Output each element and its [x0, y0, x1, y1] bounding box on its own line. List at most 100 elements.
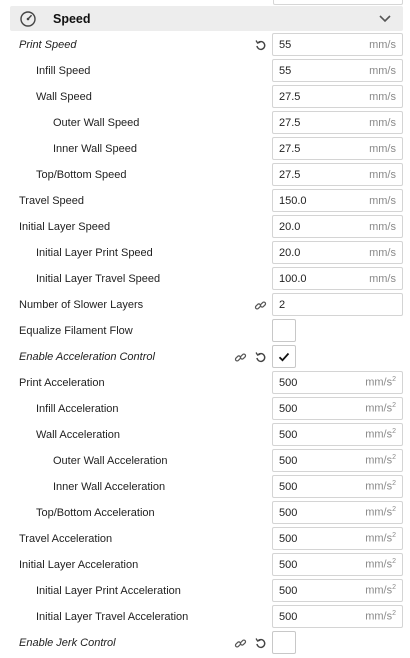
- setting-value: 27.5: [279, 142, 301, 155]
- setting-label: Number of Slower Layers: [19, 299, 144, 311]
- setting-row: Travel Speed 150.0 mm/s: [0, 188, 410, 214]
- setting-row: Initial Layer Speed 20.0 mm/s: [0, 214, 410, 240]
- setting-label: Outer Wall Acceleration: [53, 455, 168, 467]
- link-icon[interactable]: [253, 298, 267, 312]
- setting-label: Print Speed: [19, 39, 77, 51]
- reset-icon[interactable]: [253, 38, 267, 52]
- setting-value-field[interactable]: 55 mm/s: [272, 59, 403, 82]
- speed-section-header[interactable]: Speed: [10, 6, 403, 31]
- setting-row: Number of Slower Layers 2: [0, 292, 410, 318]
- setting-checkbox[interactable]: [272, 345, 296, 368]
- link-icon[interactable]: [233, 350, 247, 364]
- link-icon[interactable]: [233, 636, 247, 650]
- setting-unit: mm/s: [369, 142, 396, 155]
- setting-value: 55: [279, 38, 292, 51]
- setting-unit: mm/s2: [365, 506, 396, 519]
- setting-row: Outer Wall Speed 27.5 mm/s: [0, 110, 410, 136]
- setting-value: 500: [279, 558, 298, 571]
- setting-label: Initial Layer Acceleration: [19, 559, 139, 571]
- setting-row: Inner Wall Acceleration 500 mm/s2: [0, 474, 410, 500]
- setting-row: Initial Layer Print Acceleration 500 mm/s2: [0, 578, 410, 604]
- setting-label: Print Acceleration: [19, 377, 105, 389]
- setting-unit: mm/s: [369, 90, 396, 103]
- setting-icons: [253, 292, 267, 318]
- setting-label: Travel Acceleration: [19, 533, 113, 545]
- setting-row: Wall Acceleration 500 mm/s2: [0, 422, 410, 448]
- setting-row: Initial Layer Print Speed 20.0 mm/s: [0, 240, 410, 266]
- setting-row: Equalize Filament Flow: [0, 318, 410, 344]
- setting-unit: mm/s2: [365, 610, 396, 623]
- setting-label: Infill Speed: [36, 65, 91, 77]
- setting-unit: mm/s2: [365, 376, 396, 389]
- setting-value-field[interactable]: 500 mm/s2: [272, 449, 403, 472]
- setting-value-field[interactable]: 500 mm/s2: [272, 605, 403, 628]
- setting-value-field[interactable]: 100.0 mm/s: [272, 267, 403, 290]
- setting-value: 55: [279, 64, 292, 77]
- setting-row: Enable Acceleration Control: [0, 344, 410, 370]
- setting-label: Equalize Filament Flow: [19, 325, 133, 337]
- setting-value-field[interactable]: 2: [272, 293, 403, 316]
- setting-unit: mm/s2: [365, 558, 396, 571]
- setting-unit: mm/s2: [365, 480, 396, 493]
- setting-value: 20.0: [279, 246, 301, 259]
- setting-row: Infill Speed 55 mm/s: [0, 58, 410, 84]
- setting-unit: mm/s: [369, 168, 396, 181]
- setting-value: 27.5: [279, 90, 301, 103]
- setting-label: Outer Wall Speed: [53, 117, 140, 129]
- setting-value-field[interactable]: 27.5 mm/s: [272, 163, 403, 186]
- setting-unit: mm/s2: [365, 402, 396, 415]
- setting-value-field[interactable]: 27.5 mm/s: [272, 85, 403, 108]
- setting-unit: mm/s: [369, 194, 396, 207]
- setting-value-field[interactable]: 55 mm/s: [272, 33, 403, 56]
- reset-icon[interactable]: [253, 350, 267, 364]
- setting-value: 500: [279, 584, 298, 597]
- chevron-down-icon[interactable]: [377, 11, 393, 27]
- setting-label: Infill Acceleration: [36, 403, 119, 415]
- setting-value-field[interactable]: 500 mm/s2: [272, 527, 403, 550]
- setting-value: 500: [279, 376, 298, 389]
- setting-value: 2: [279, 298, 286, 311]
- setting-row: Print Acceleration 500 mm/s2: [0, 370, 410, 396]
- setting-value-field[interactable]: 20.0 mm/s: [272, 241, 403, 264]
- setting-value-field[interactable]: 500 mm/s2: [272, 423, 403, 446]
- setting-label: Initial Layer Travel Speed: [36, 273, 161, 285]
- setting-label: Initial Layer Speed: [19, 221, 111, 233]
- setting-value-field[interactable]: 20.0 mm/s: [272, 215, 403, 238]
- setting-value-field[interactable]: 500 mm/s2: [272, 371, 403, 394]
- setting-value: 500: [279, 480, 298, 493]
- setting-unit: mm/s: [369, 272, 396, 285]
- setting-value: 500: [279, 610, 298, 623]
- setting-value: 20.0: [279, 220, 301, 233]
- setting-checkbox[interactable]: [272, 631, 296, 654]
- setting-value: 500: [279, 532, 298, 545]
- setting-label: Wall Speed: [36, 91, 92, 103]
- setting-value-field[interactable]: 500 mm/s2: [272, 501, 403, 524]
- setting-label: Inner Wall Speed: [53, 143, 137, 155]
- setting-label: Enable Jerk Control: [19, 637, 116, 649]
- setting-row: Outer Wall Acceleration 500 mm/s2: [0, 448, 410, 474]
- setting-row: Initial Layer Travel Acceleration 500 mm/s…: [0, 604, 410, 630]
- setting-unit: mm/s2: [365, 584, 396, 597]
- setting-value: 27.5: [279, 116, 301, 129]
- setting-value-field[interactable]: 27.5 mm/s: [272, 137, 403, 160]
- setting-value-field[interactable]: 500 mm/s2: [272, 553, 403, 576]
- setting-label: Top/Bottom Acceleration: [36, 507, 155, 519]
- setting-row: Inner Wall Speed 27.5 mm/s: [0, 136, 410, 162]
- setting-value-field[interactable]: 150.0 mm/s: [272, 189, 403, 212]
- setting-value-field[interactable]: 500 mm/s2: [272, 475, 403, 498]
- setting-unit: mm/s: [369, 116, 396, 129]
- setting-label: Enable Acceleration Control: [19, 351, 155, 363]
- setting-value: 500: [279, 428, 298, 441]
- setting-value: 150.0: [279, 194, 307, 207]
- setting-value-field[interactable]: 500 mm/s2: [272, 579, 403, 602]
- setting-checkbox[interactable]: [272, 319, 296, 342]
- checkmark-icon: [278, 352, 290, 362]
- setting-icons: [253, 32, 267, 58]
- setting-value-field[interactable]: 27.5 mm/s: [272, 111, 403, 134]
- setting-value: 500: [279, 402, 298, 415]
- speedometer-icon: [19, 10, 37, 28]
- setting-row: Initial Layer Travel Speed 100.0 mm/s: [0, 266, 410, 292]
- setting-row: Initial Layer Acceleration 500 mm/s2: [0, 552, 410, 578]
- setting-value-field[interactable]: 500 mm/s2: [272, 397, 403, 420]
- reset-icon[interactable]: [253, 636, 267, 650]
